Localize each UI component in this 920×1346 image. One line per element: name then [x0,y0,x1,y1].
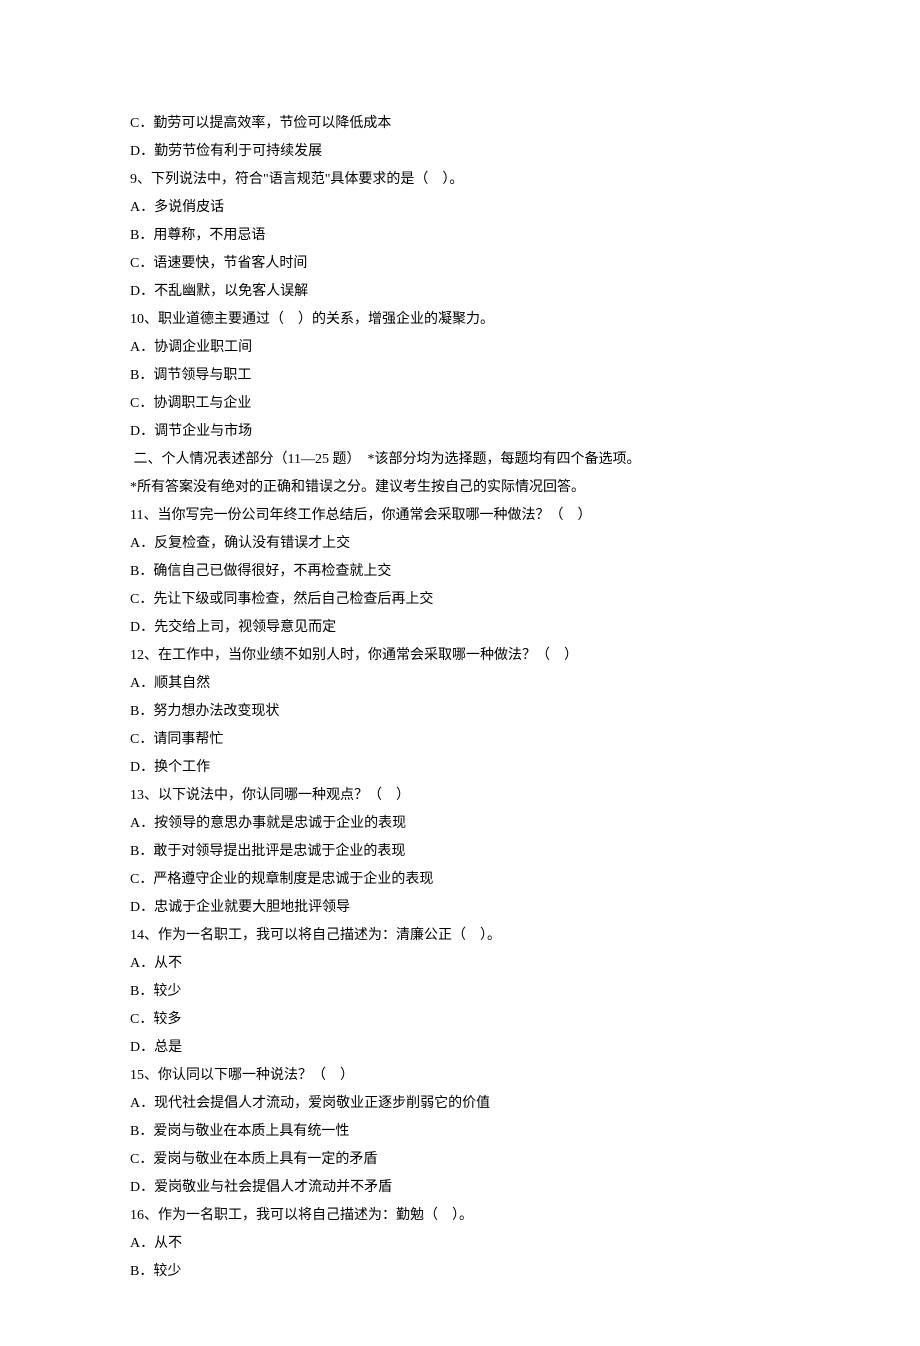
text-line: B．调节领导与职工 [130,362,790,390]
text-line: D．总是 [130,1034,790,1062]
text-line: B．用尊称，不用忌语 [130,222,790,250]
text-line: A．顺其自然 [130,670,790,698]
text-line: 14、作为一名职工，我可以将自己描述为：清廉公正（ ）。 [130,922,790,950]
text-line: 15、你认同以下哪一种说法？（ ） [130,1062,790,1090]
text-line: 二、个人情况表述部分（11—25 题） *该部分均为选择题，每题均有四个备选项。 [130,446,790,474]
text-line: B．爱岗与敬业在本质上具有统一性 [130,1118,790,1146]
text-line: D．调节企业与市场 [130,418,790,446]
text-line: 10、职业道德主要通过（ ）的关系，增强企业的凝聚力。 [130,306,790,334]
text-line: A．反复检查，确认没有错误才上交 [130,530,790,558]
text-line: C．爱岗与敬业在本质上具有一定的矛盾 [130,1146,790,1174]
text-line: A．多说俏皮话 [130,194,790,222]
text-line: D．爱岗敬业与社会提倡人才流动并不矛盾 [130,1174,790,1202]
text-line: D．勤劳节俭有利于可持续发展 [130,138,790,166]
text-line: A．协调企业职工间 [130,334,790,362]
text-line: C．请同事帮忙 [130,726,790,754]
text-line: D．忠诚于企业就要大胆地批评领导 [130,894,790,922]
text-line: 16、作为一名职工，我可以将自己描述为：勤勉（ ）。 [130,1202,790,1230]
text-line: A．按领导的意思办事就是忠诚于企业的表现 [130,810,790,838]
text-line: C．较多 [130,1006,790,1034]
text-line: D．先交给上司，视领导意见而定 [130,614,790,642]
text-line: B．敢于对领导提出批评是忠诚于企业的表现 [130,838,790,866]
text-line: C．勤劳可以提高效率，节俭可以降低成本 [130,110,790,138]
document-body: C．勤劳可以提高效率，节俭可以降低成本D．勤劳节俭有利于可持续发展9、下列说法中… [130,110,790,1286]
text-line: 9、下列说法中，符合"语言规范"具体要求的是（ ）。 [130,166,790,194]
text-line: *所有答案没有绝对的正确和错误之分。建议考生按自己的实际情况回答。 [130,474,790,502]
text-line: 12、在工作中，当你业绩不如别人时，你通常会采取哪一种做法？（ ） [130,642,790,670]
text-line: A．现代社会提倡人才流动，爱岗敬业正逐步削弱它的价值 [130,1090,790,1118]
text-line: C．先让下级或同事检查，然后自己检查后再上交 [130,586,790,614]
text-line: B．努力想办法改变现状 [130,698,790,726]
text-line: C．协调职工与企业 [130,390,790,418]
text-line: D．不乱幽默，以免客人误解 [130,278,790,306]
text-line: 13、以下说法中，你认同哪一种观点？（ ） [130,782,790,810]
text-line: B．较少 [130,1258,790,1286]
text-line: B．较少 [130,978,790,1006]
text-line: C．语速要快，节省客人时间 [130,250,790,278]
text-line: D．换个工作 [130,754,790,782]
text-line: 11、当你写完一份公司年终工作总结后，你通常会采取哪一种做法？（ ） [130,502,790,530]
text-line: B．确信自己已做得很好，不再检查就上交 [130,558,790,586]
text-line: C．严格遵守企业的规章制度是忠诚于企业的表现 [130,866,790,894]
text-line: A．从不 [130,950,790,978]
text-line: A．从不 [130,1230,790,1258]
